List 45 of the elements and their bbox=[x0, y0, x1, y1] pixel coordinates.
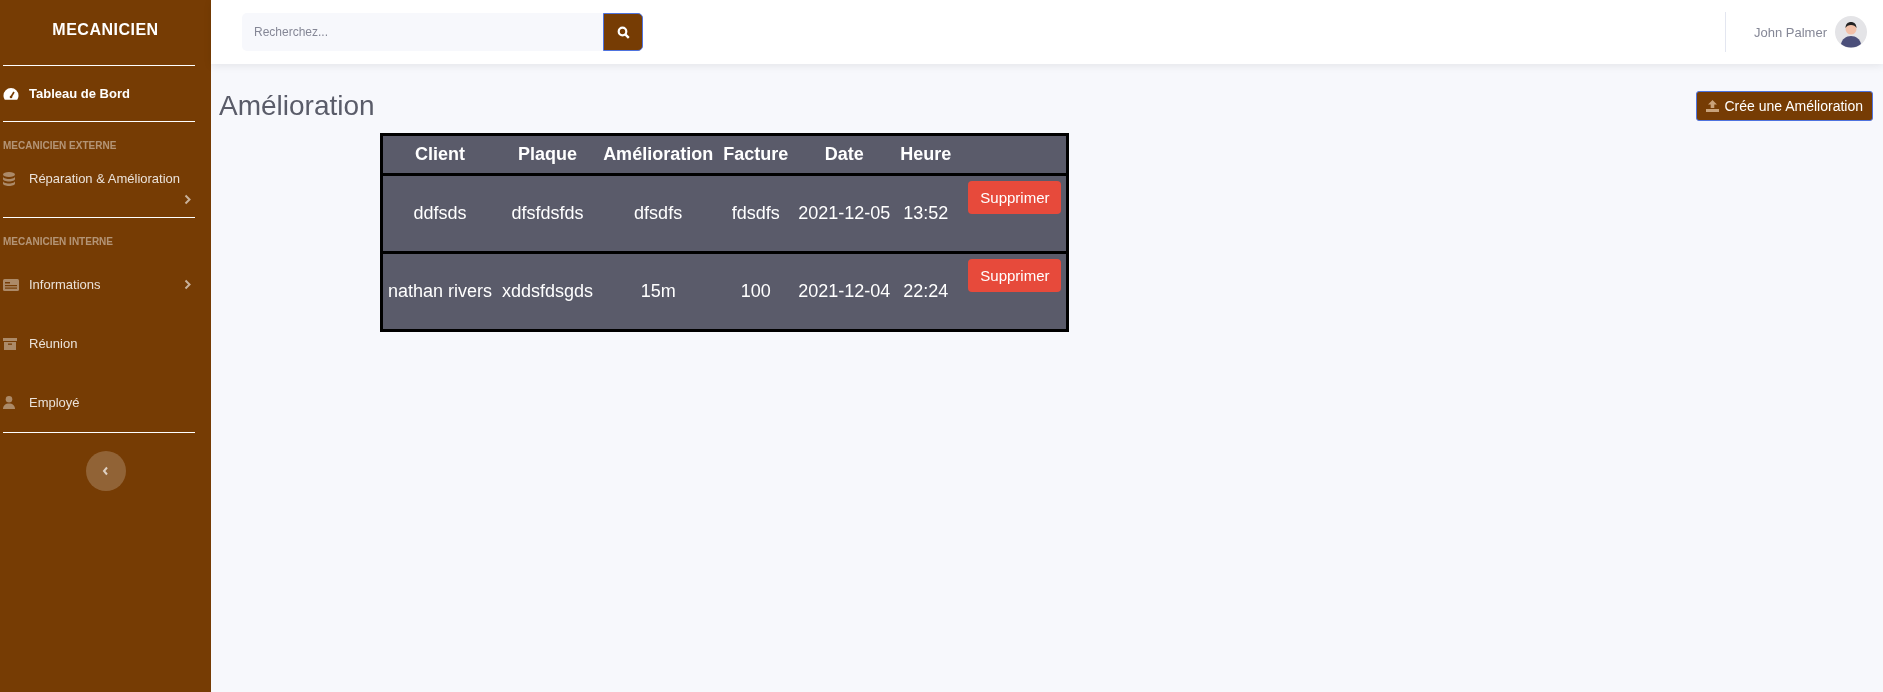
delete-button[interactable]: Supprimer bbox=[968, 181, 1062, 214]
page-title: Amélioration bbox=[219, 90, 375, 122]
user-name[interactable]: John Palmer bbox=[1754, 24, 1827, 40]
brand-title: MECANICIEN bbox=[52, 20, 159, 40]
section-heading: MECANICIEN EXTERNE bbox=[2, 139, 118, 153]
sidebar-toggle-button[interactable] bbox=[85, 451, 126, 491]
table-cell: fdsdfs bbox=[718, 174, 794, 253]
chevron-left-icon bbox=[102, 466, 109, 476]
sidebar-item[interactable]: Réparation & Amélioration bbox=[0, 159, 211, 217]
gauge-icon bbox=[3, 86, 19, 101]
sidebar-item[interactable]: Réunion bbox=[0, 314, 211, 373]
create-button[interactable]: Crée une Amélioration bbox=[1696, 91, 1873, 121]
sidebar-item[interactable]: Informations bbox=[0, 255, 211, 314]
table-cell: 2021-12-04 bbox=[793, 252, 896, 331]
column-header: Facture bbox=[718, 134, 794, 175]
table-cell: 2021-12-05 bbox=[793, 174, 896, 253]
card-icon bbox=[3, 278, 19, 291]
sidebar-item[interactable]: Employé bbox=[0, 373, 211, 432]
archive-icon bbox=[3, 337, 17, 350]
upload-icon bbox=[1706, 100, 1720, 112]
chevron-right-icon bbox=[184, 279, 191, 290]
avatar-icon[interactable] bbox=[1835, 16, 1867, 48]
table-cell: dfsdfs bbox=[598, 174, 719, 253]
table-cell: 22:24 bbox=[895, 252, 957, 331]
table-cell: 13:52 bbox=[895, 174, 957, 253]
user-icon bbox=[3, 396, 15, 409]
column-header: Date bbox=[793, 134, 896, 175]
column-header: Amélioration bbox=[598, 134, 719, 175]
table-cell: ddfsds bbox=[381, 174, 498, 253]
column-header: Heure bbox=[895, 134, 957, 175]
column-header: Client bbox=[381, 134, 498, 175]
table-cell: 100 bbox=[718, 252, 794, 331]
table-cell: nathan rivers bbox=[381, 252, 498, 331]
chevron-right-icon bbox=[184, 194, 191, 205]
table-cell: 15m bbox=[598, 252, 719, 331]
column-header: Plaque bbox=[497, 134, 599, 175]
sidebar-item[interactable]: Tableau de Bord bbox=[0, 66, 211, 121]
section-heading: MECANICIEN INTERNE bbox=[2, 235, 114, 249]
database-icon bbox=[3, 171, 15, 186]
table-cell: dfsfdsfds bbox=[497, 174, 599, 253]
search-icon bbox=[616, 25, 630, 39]
delete-button[interactable]: Supprimer bbox=[968, 259, 1062, 292]
search-field[interactable]: Recherchez... bbox=[242, 13, 603, 51]
search-button[interactable] bbox=[603, 13, 643, 51]
table-cell: xddsfdsgds bbox=[497, 252, 599, 331]
